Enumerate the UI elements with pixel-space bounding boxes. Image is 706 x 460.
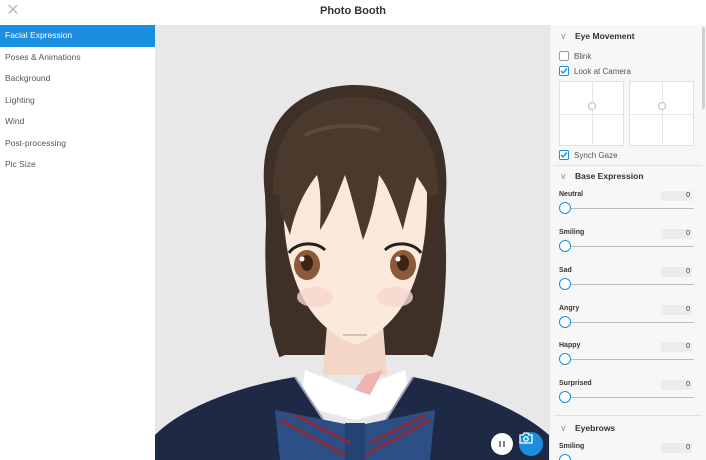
menu-item-facial-expression[interactable]: Facial Expression [0,25,155,47]
avatar-illustration [155,85,549,460]
eyebrows-smiling-label: Smiling [559,443,585,450]
smiling-label: Smiling [559,229,585,236]
blink-option[interactable]: Blink [559,51,591,61]
happy-slider-thumb[interactable] [559,353,571,365]
neutral-slider[interactable] [565,208,694,209]
title-bar: ✕ Photo Booth [0,0,706,25]
neutral-value[interactable]: 0 [661,191,692,201]
menu-item-lighting[interactable]: Lighting [0,90,155,112]
sad-slider-thumb[interactable] [559,278,571,290]
smiling-slider-thumb[interactable] [559,240,571,252]
left-gaze-handle[interactable] [588,102,596,110]
divider [554,415,702,416]
angry-label: Angry [559,305,580,312]
surprised-slider-thumb[interactable] [559,391,571,403]
right-eye-gaze-pad[interactable] [629,81,694,146]
base-expression-header[interactable]: ∨ Base Expression [550,165,702,187]
neutral-slider-thumb[interactable] [559,202,571,214]
settings-panel[interactable]: ∨ Eye Movement Blink Look at Camera Sync… [549,25,706,460]
smiling-value[interactable]: 0 [661,229,692,239]
category-menu: Facial Expression Poses & Animations Bac… [0,25,155,460]
happy-slider[interactable] [565,359,694,360]
checkmark-icon [560,152,568,159]
eye-movement-header[interactable]: ∨ Eye Movement [550,25,702,47]
look-at-camera-checkbox[interactable] [559,66,569,76]
checkmark-icon [560,68,568,75]
pause-icon [499,441,501,447]
menu-item-background[interactable]: Background [0,68,155,90]
menu-item-post-processing[interactable]: Post-processing [0,133,155,155]
angry-slider-thumb[interactable] [559,316,571,328]
menu-item-pic-size[interactable]: Pic Size [0,154,155,176]
menu-item-wind[interactable]: Wind [0,111,155,133]
eyebrows-smiling-value[interactable]: 0 [661,443,692,453]
synch-gaze-checkbox[interactable] [559,150,569,160]
smiling-slider[interactable] [565,246,694,247]
chevron-down-icon: ∨ [560,170,567,181]
window-title: Photo Booth [320,5,386,17]
right-gaze-handle[interactable] [658,102,666,110]
sad-label: Sad [559,267,572,274]
chevron-down-icon: ∨ [560,30,567,41]
camera-icon [519,432,533,444]
sad-value[interactable]: 0 [661,267,692,277]
sad-slider[interactable] [565,284,694,285]
surprised-slider[interactable] [565,397,694,398]
capture-button[interactable] [519,432,543,456]
chevron-down-icon: ∨ [560,422,567,433]
neutral-label: Neutral [559,191,584,198]
blink-checkbox[interactable] [559,51,569,61]
surprised-label: Surprised [559,380,592,387]
angry-slider[interactable] [565,322,694,323]
synch-gaze-option[interactable]: Synch Gaze [559,150,618,160]
angry-value[interactable]: 0 [661,305,692,315]
pause-button[interactable] [491,433,513,455]
surprised-value[interactable]: 0 [661,380,692,390]
panel-scrollbar[interactable] [702,27,705,109]
left-eye-gaze-pad[interactable] [559,81,624,146]
look-at-camera-option[interactable]: Look at Camera [559,66,631,76]
eyebrows-header[interactable]: ∨ Eyebrows [550,417,702,439]
happy-label: Happy [559,342,581,349]
happy-value[interactable]: 0 [661,342,692,352]
menu-item-poses-animations[interactable]: Poses & Animations [0,47,155,69]
avatar-viewport[interactable] [155,25,549,460]
eyebrows-smiling-slider-thumb[interactable] [559,454,571,460]
